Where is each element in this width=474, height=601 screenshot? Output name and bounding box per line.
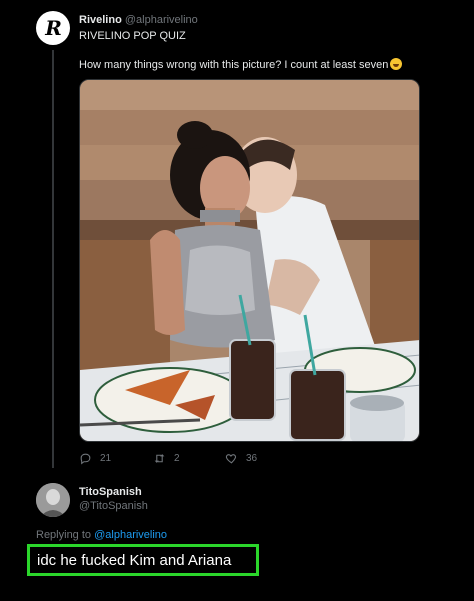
- tweet-header: Rivelino @alpharivelino: [79, 13, 198, 27]
- retweet-icon: [154, 454, 165, 463]
- photo-illustration: [80, 80, 419, 441]
- grinning-sweat-emoji-icon: [390, 58, 403, 70]
- tweet-title-line: RIVELINO POP QUIZ: [79, 30, 186, 42]
- replying-to-link[interactable]: @alpharivelino: [94, 529, 167, 541]
- tweet-photo[interactable]: [79, 79, 420, 442]
- tweet-text: How many things wrong with this picture?…: [79, 59, 389, 71]
- reply-text: idc he fucked Kim and Ariana: [37, 551, 232, 569]
- retweet-action[interactable]: 2: [153, 452, 180, 465]
- avatar-photo: [36, 483, 70, 517]
- reply-author-name[interactable]: TitoSpanish: [79, 486, 142, 498]
- reply-author-handle[interactable]: @TitoSpanish: [79, 500, 148, 512]
- reply-action[interactable]: 21: [79, 452, 111, 465]
- thread-connector-line: [52, 50, 54, 468]
- retweet-count: 2: [174, 453, 180, 464]
- author-handle[interactable]: @alpharivelino: [125, 14, 198, 26]
- tweet-body: How many things wrong with this picture?…: [79, 58, 403, 72]
- heart-icon: [225, 454, 237, 464]
- like-count: 36: [246, 453, 258, 464]
- highlighted-reply-text: idc he fucked Kim and Ariana: [27, 544, 259, 576]
- replying-to-line: Replying to @alpharivelino: [36, 529, 167, 541]
- author-name[interactable]: Rivelino: [79, 14, 122, 26]
- reply-count: 21: [100, 453, 112, 464]
- author-avatar[interactable]: R: [36, 11, 70, 45]
- avatar-logo-letter: R: [45, 16, 62, 40]
- reply-author-avatar[interactable]: [36, 483, 70, 517]
- replying-prefix: Replying to: [36, 529, 92, 541]
- reply-icon: [80, 453, 91, 465]
- tweet-actions-bar: 21 2 36: [79, 452, 379, 468]
- like-action[interactable]: 36: [225, 452, 257, 465]
